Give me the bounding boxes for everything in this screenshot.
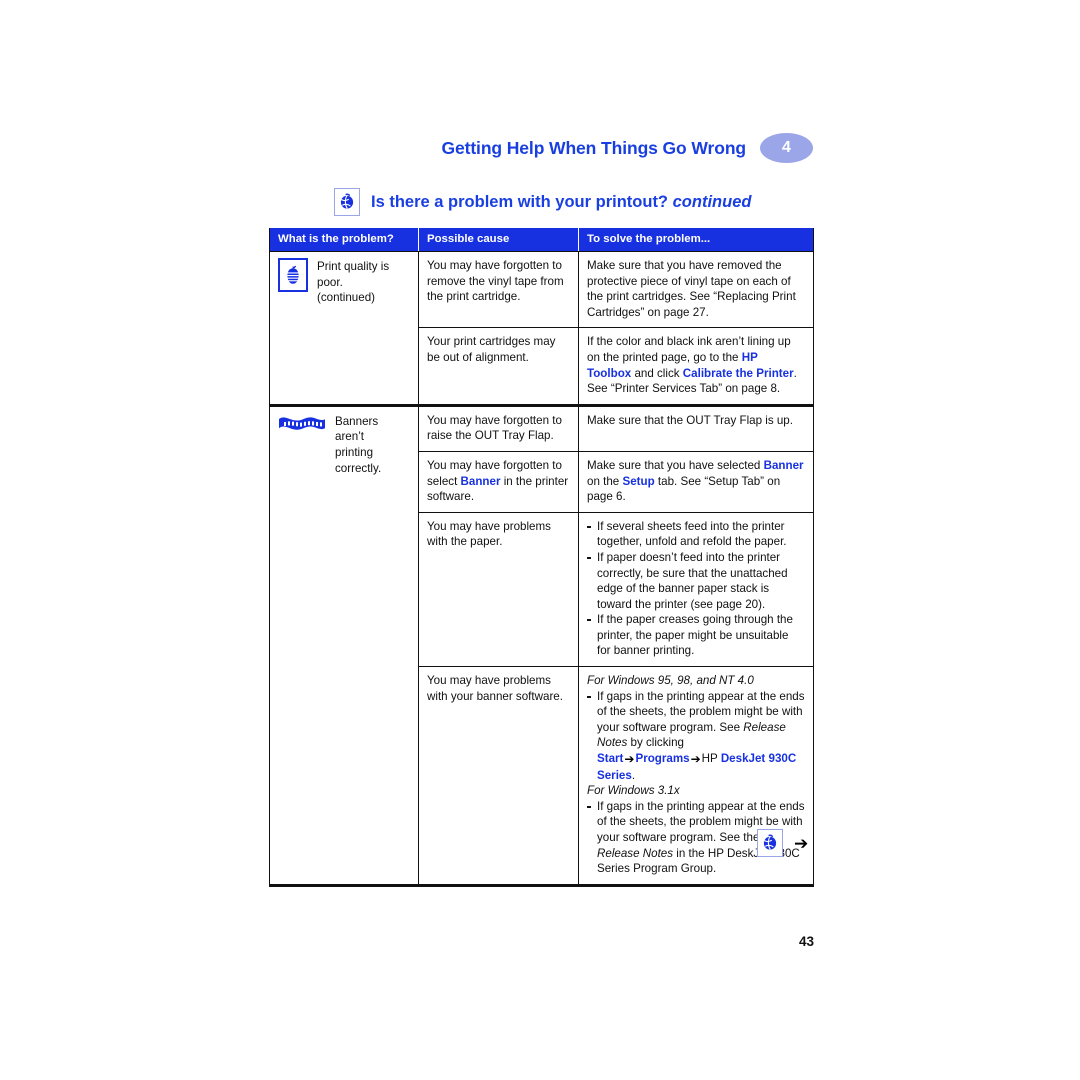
problem-label: Print quality is poor. (continued) [317,258,410,306]
solution-text-pre: Make sure that you have selected [587,458,764,472]
solution-cell: Make sure that you have selected Banner … [578,450,814,513]
table-row: Banners aren’t printing correctly. You m… [269,403,814,886]
section-title-continued: continued [672,192,752,211]
list-item: If several sheets feed into the printer … [587,519,805,550]
link-start-menu[interactable]: Start [597,752,623,765]
cause-cell: You may have forgotten to remove the vin… [418,251,579,328]
problem-cell-banners: Banners aren’t printing correctly. [269,403,419,886]
solution-cell: If the color and black ink aren’t lining… [578,327,814,406]
troubleshooting-table: What is the problem? Possible cause To s… [269,228,814,887]
problem-cell-print-quality: Print quality is poor. (continued) [269,251,419,406]
link-calibrate-printer[interactable]: Calibrate the Printer [683,367,794,380]
table-row: Print quality is poor. (continued) You m… [269,251,814,406]
release-notes-ref: Release Notes [597,846,674,860]
section-title-main: Is there a problem with your printout? [371,192,669,211]
table-header-row: What is the problem? Possible cause To s… [269,228,814,252]
problem-label-line1: Print quality is poor. [317,260,390,289]
chapter-number-badge: 4 [760,133,813,163]
link-banner-setting[interactable]: Banner [461,475,501,488]
problem-label-line3: correctly. [335,461,382,475]
page-number: 43 [798,934,814,949]
solution-cell: Make sure that you have removed the prot… [578,251,814,328]
windows-version-heading-2: For Windows 3.1x [587,784,680,798]
solution-text-pre: If the color and black ink aren’t lining… [587,335,791,364]
problem-label-line1: Banners aren’t [335,414,379,444]
bullet-text-mid: by clicking [627,736,684,750]
list-item: If the paper creases going through the p… [587,612,805,659]
running-head: Getting Help When Things Go Wrong 4 [268,131,813,165]
column-header-problem: What is the problem? [269,228,419,252]
apple-print-quality-icon [278,258,308,292]
arrow-icon: ➔ [624,752,635,767]
text-hp: HP [701,752,718,766]
cause-cell: You may have problems with the paper. [418,511,579,667]
document-page: Getting Help When Things Go Wrong 4 Is t… [0,0,1080,1080]
cause-cell: You may have forgotten to raise the OUT … [418,403,579,452]
column-header-cause: Possible cause [418,228,579,252]
link-programs-menu[interactable]: Programs [635,752,689,765]
solution-cell: If several sheets feed into the printer … [578,511,814,667]
running-head-title: Getting Help When Things Go Wrong [441,137,746,158]
windows-version-heading-1: For Windows 95, 98, and NT 4.0 [587,674,754,688]
problem-label-line2: (continued) [317,291,376,305]
cause-cell: You may have problems with your banner s… [418,666,579,886]
next-page-arrow-icon[interactable]: ➔ [794,835,808,852]
list-item: If gaps in the printing appear at the en… [587,689,805,784]
problem-label-line2: printing [335,445,374,459]
section-heading: Is there a problem with your printout? c… [334,188,751,216]
section-title-text: Is there a problem with your printout? c… [371,193,751,212]
banner-icon [278,414,326,434]
link-banner-option[interactable]: Banner [764,459,804,472]
solution-bullet-list-win95: If gaps in the printing appear at the en… [587,689,805,784]
solution-cell: Make sure that the OUT Tray Flap is up. [578,403,814,452]
link-setup-tab[interactable]: Setup [622,475,654,488]
solution-text-mid: on the [587,474,623,488]
list-item: If paper doesn’t feed into the printer c… [587,550,805,612]
problem-label: Banners aren’t printing correctly. [335,413,410,476]
cause-cell: You may have forgotten to select Banner … [418,450,579,513]
cause-cell: Your print cartridges may be out of alig… [418,327,579,406]
globe-icon [334,188,360,216]
arrow-icon: ➔ [690,752,701,767]
footer-navigation: ➔ [757,829,808,857]
column-header-solution: To solve the problem... [578,228,814,252]
bullet-text-end: . [631,768,636,782]
globe-icon[interactable] [757,829,783,857]
solution-text-mid: and click [631,366,683,380]
solution-bullet-list: If several sheets feed into the printer … [587,519,805,659]
